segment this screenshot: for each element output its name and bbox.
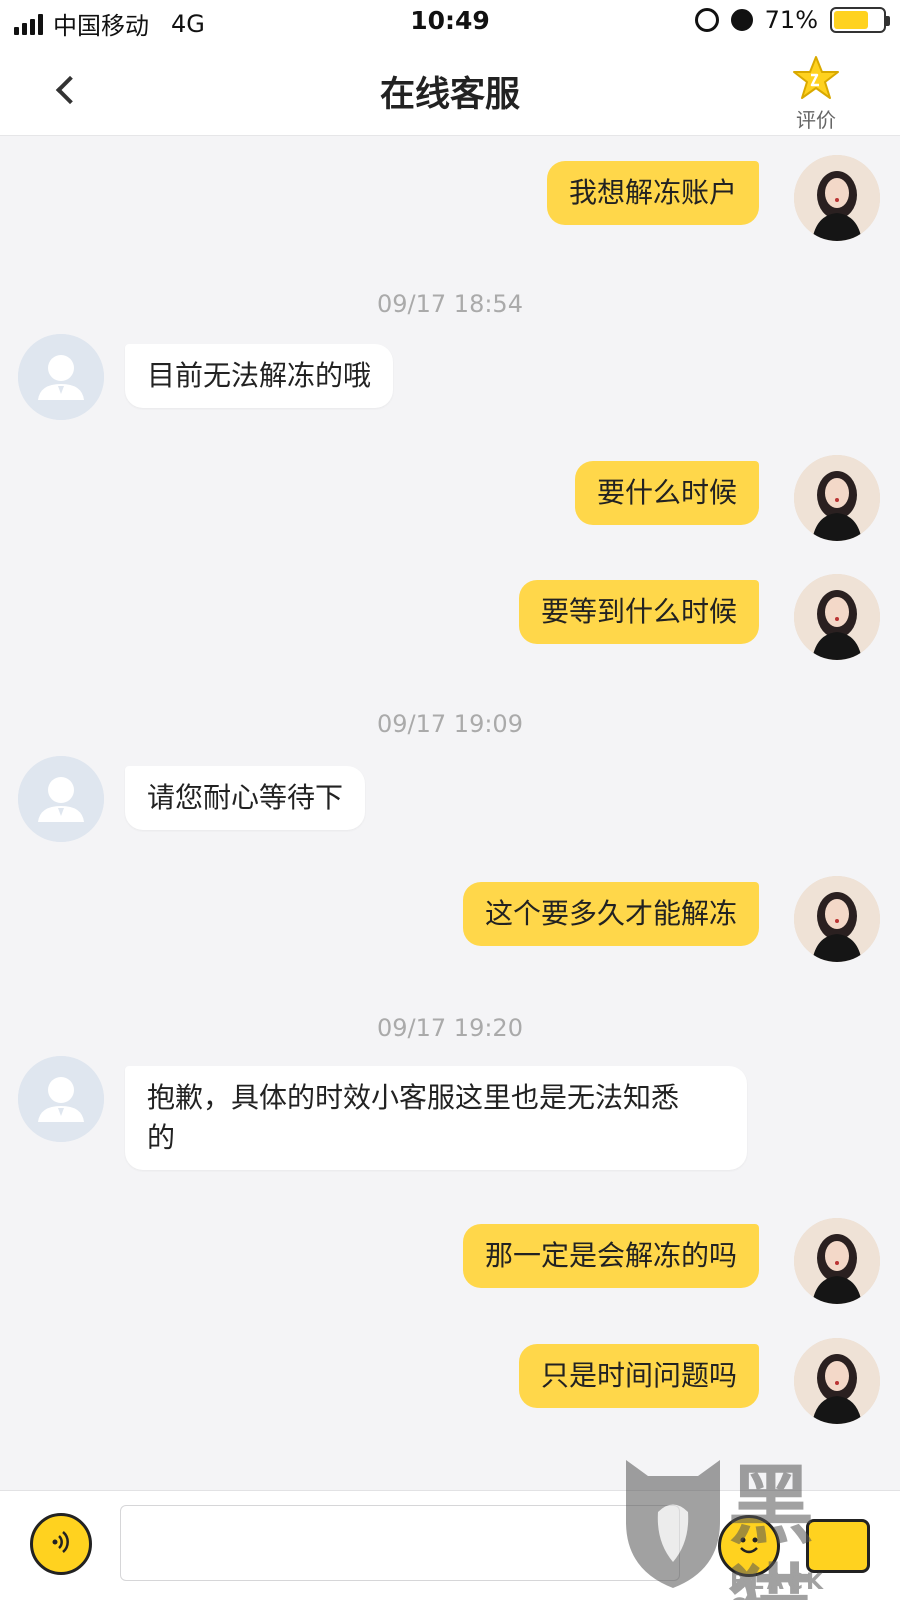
chevron-left-icon bbox=[55, 75, 85, 105]
user-avatar[interactable] bbox=[794, 1338, 880, 1424]
message-bubble[interactable]: 要等到什么时候 bbox=[518, 580, 759, 644]
agent-avatar[interactable] bbox=[18, 1056, 104, 1142]
timestamp-label: 09/17 18:54 bbox=[377, 290, 523, 318]
message-bubble[interactable]: 目前无法解冻的哦 bbox=[125, 344, 394, 408]
timestamp-label: 09/17 19:09 bbox=[377, 710, 523, 738]
user-avatar[interactable] bbox=[794, 574, 880, 660]
nav-bar: 在线客服 评价 bbox=[0, 44, 900, 136]
agent-avatar[interactable] bbox=[18, 756, 104, 842]
back-button[interactable] bbox=[40, 64, 92, 116]
network-label: 4G bbox=[171, 9, 205, 38]
more-button[interactable] bbox=[806, 1519, 870, 1573]
message-bubble[interactable]: 那一定是会解冻的吗 bbox=[462, 1224, 759, 1288]
user-avatar[interactable] bbox=[794, 1218, 880, 1304]
status-right: 71% bbox=[694, 6, 890, 34]
status-left: 中国移动 4G bbox=[14, 6, 205, 41]
voice-icon bbox=[46, 1527, 76, 1561]
battery-fill bbox=[834, 11, 869, 29]
status-bar: 中国移动 4G 10:49 71% bbox=[0, 0, 900, 44]
message-bubble[interactable]: 要什么时候 bbox=[574, 461, 759, 525]
message-bubble[interactable]: 这个要多久才能解冻 bbox=[462, 882, 759, 946]
input-bar bbox=[0, 1490, 900, 1600]
timestamp-label: 09/17 19:20 bbox=[377, 1014, 523, 1042]
battery-percent: 71% bbox=[764, 6, 818, 34]
message-bubble[interactable]: 请您耐心等待下 bbox=[125, 766, 366, 830]
star-icon bbox=[791, 54, 841, 102]
emoji-icon bbox=[731, 1526, 767, 1566]
chat-area[interactable]: 我想解冻账户 09/17 18:54 目前无法解冻的哦要什么时候要等到什么时候 09/… bbox=[0, 137, 900, 1490]
message-bubble[interactable]: 只是时间问题吗 bbox=[518, 1344, 759, 1408]
page-title: 在线客服 bbox=[379, 75, 520, 115]
rate-button[interactable]: 评价 bbox=[784, 54, 848, 134]
signal-icon bbox=[14, 13, 43, 35]
user-avatar[interactable] bbox=[794, 155, 880, 241]
rotation-lock-icon bbox=[694, 8, 719, 32]
emoji-button[interactable] bbox=[718, 1515, 780, 1577]
message-input[interactable] bbox=[120, 1505, 680, 1581]
message-bubble[interactable]: 我想解冻账户 bbox=[546, 161, 759, 225]
user-avatar[interactable] bbox=[794, 876, 880, 962]
carrier-label: 中国移动 bbox=[53, 12, 149, 40]
agent-avatar[interactable] bbox=[18, 334, 104, 420]
alarm-icon bbox=[730, 9, 753, 31]
battery-icon bbox=[830, 7, 890, 33]
voice-button[interactable] bbox=[30, 1513, 92, 1575]
user-avatar[interactable] bbox=[794, 455, 880, 541]
rate-label: 评价 bbox=[796, 108, 836, 132]
message-bubble[interactable]: 抱歉，具体的时效小客服这里也是无法知悉 的 bbox=[125, 1066, 747, 1170]
